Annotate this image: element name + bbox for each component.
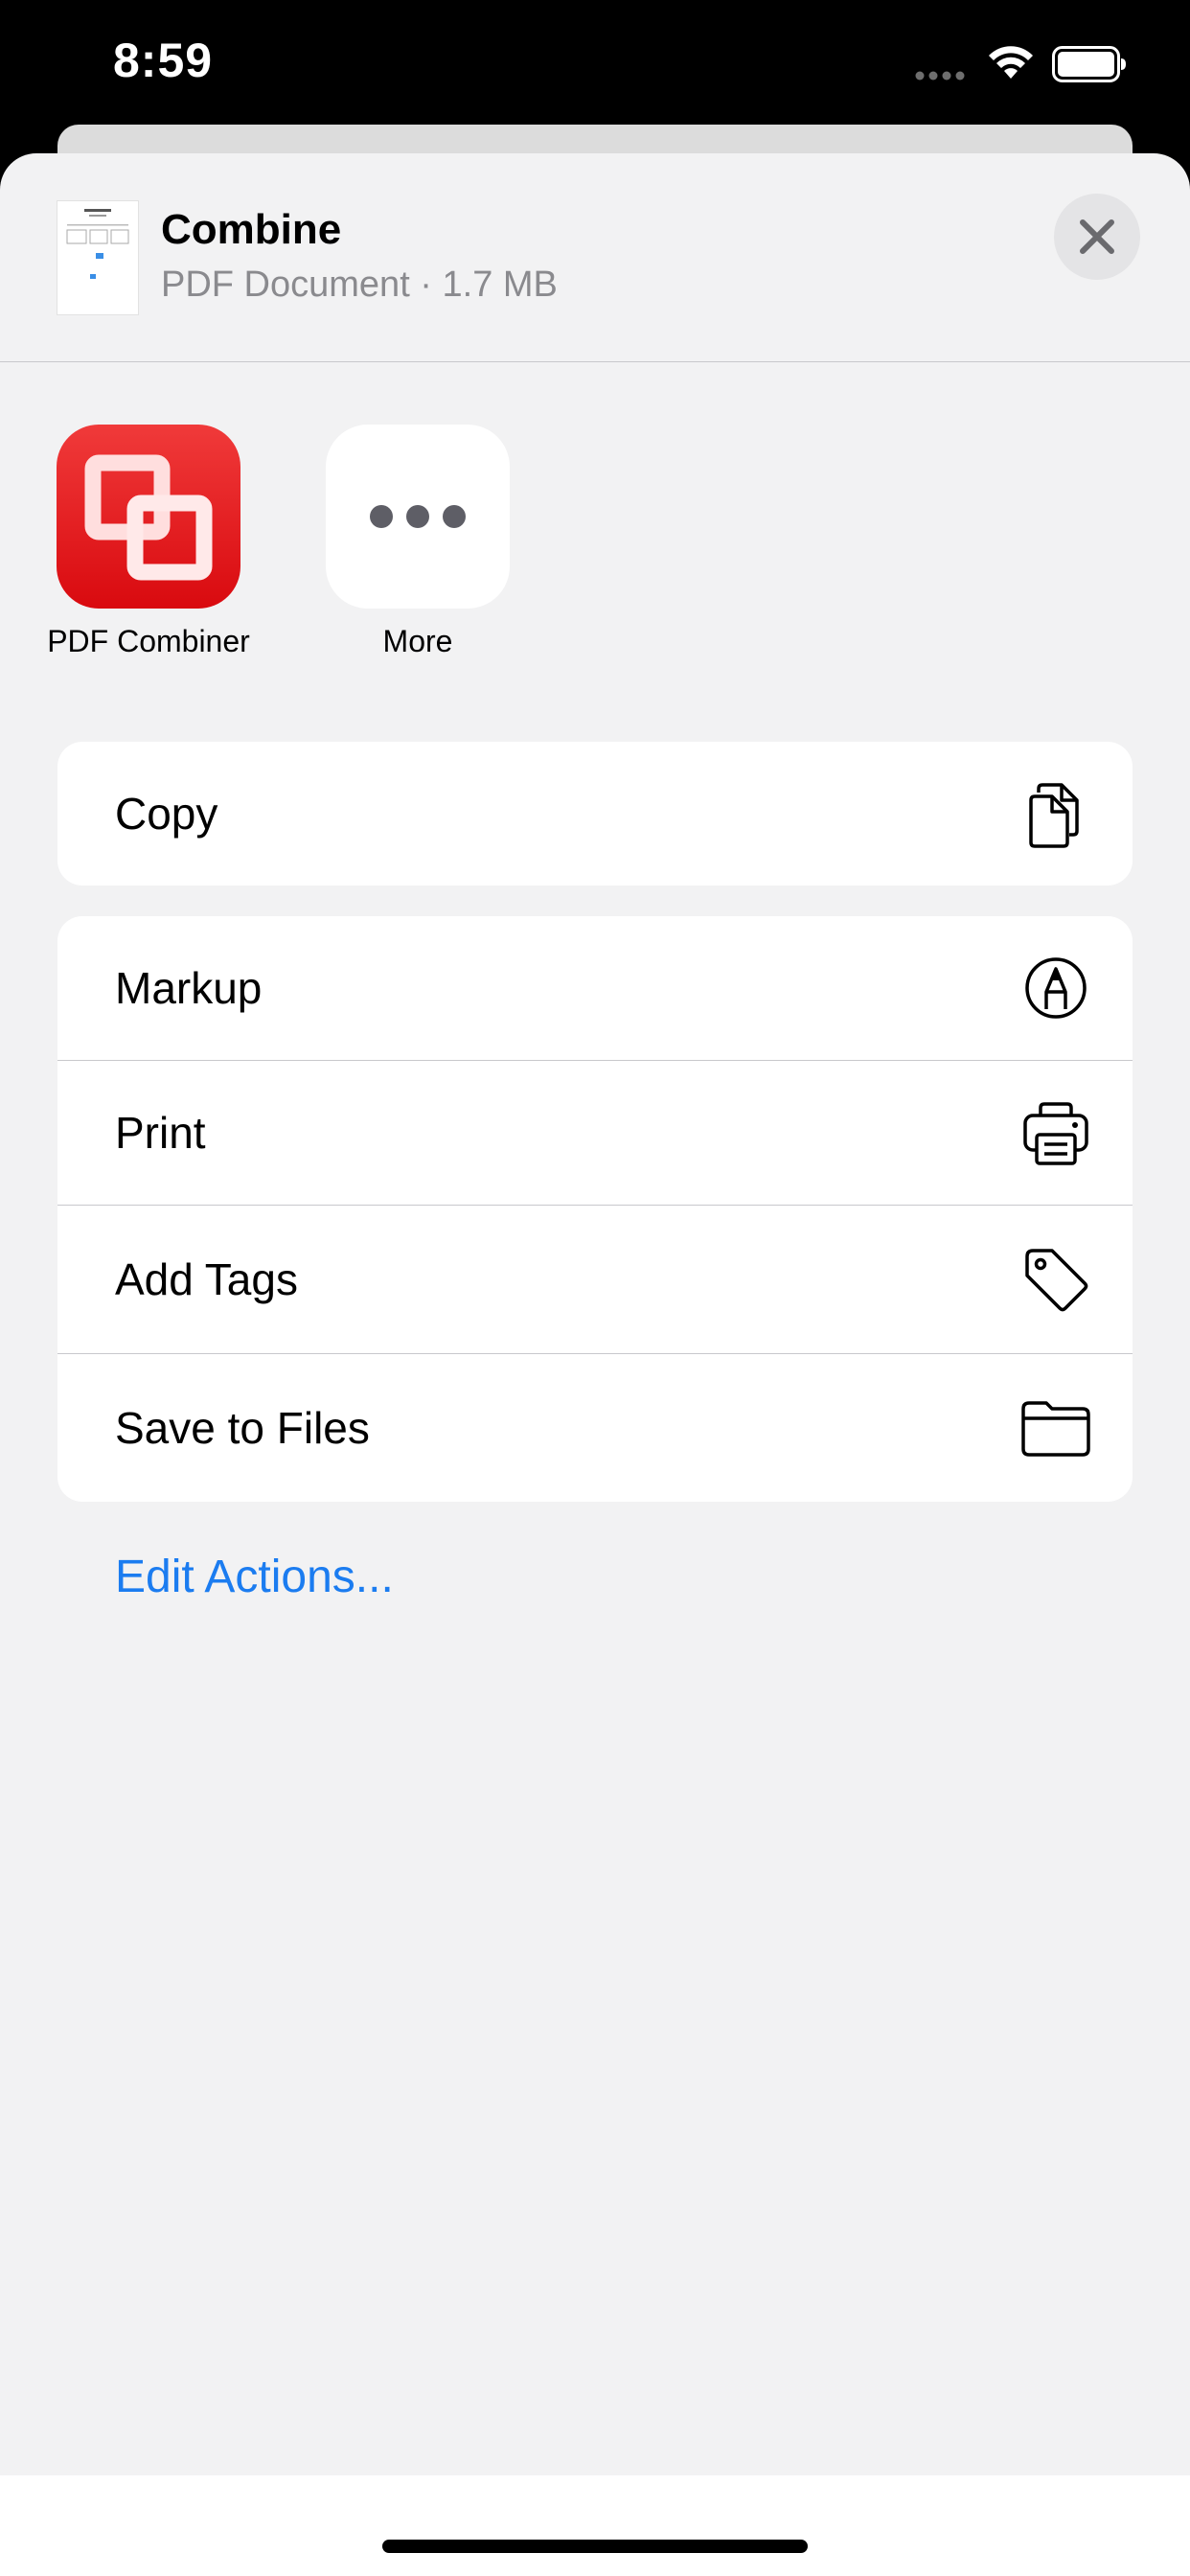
action-copy[interactable]: Copy bbox=[57, 742, 1133, 886]
action-label: Markup bbox=[115, 963, 263, 1013]
pdf-combiner-app-icon bbox=[57, 425, 240, 609]
close-button[interactable] bbox=[1054, 194, 1140, 280]
app-pdf-combiner[interactable]: PDF Combiner bbox=[34, 425, 263, 659]
document-thumbnail bbox=[57, 201, 138, 314]
printer-icon bbox=[1023, 1102, 1088, 1165]
action-label: Add Tags bbox=[115, 1254, 298, 1304]
markup-icon bbox=[1025, 957, 1087, 1019]
document-title: Combine bbox=[161, 206, 342, 253]
share-sheet: Combine PDF Document · 1.7 MB PDF Combin… bbox=[0, 153, 1190, 2576]
home-indicator-area bbox=[0, 2475, 1190, 2576]
copy-icon bbox=[1029, 783, 1079, 848]
app-more[interactable]: More bbox=[303, 425, 533, 659]
action-label: Copy bbox=[115, 789, 218, 839]
app-label: PDF Combiner bbox=[47, 624, 250, 658]
more-icon bbox=[326, 425, 510, 609]
edit-actions-link[interactable]: Edit Actions... bbox=[115, 1551, 394, 1603]
copy-action-group: Copy bbox=[57, 742, 1133, 886]
folder-icon bbox=[1021, 1401, 1090, 1457]
status-bar: 8:59 bbox=[0, 0, 1190, 125]
home-indicator[interactable] bbox=[382, 2540, 808, 2553]
action-markup[interactable]: Markup bbox=[57, 916, 1133, 1060]
action-label: Save to Files bbox=[115, 1403, 370, 1453]
ellipsis-icon bbox=[370, 505, 466, 528]
wifi-icon bbox=[989, 46, 1033, 79]
app-label: More bbox=[382, 624, 453, 658]
action-print[interactable]: Print bbox=[57, 1060, 1133, 1205]
document-preview-icon bbox=[66, 209, 129, 279]
cellular-signal-icon bbox=[915, 71, 965, 80]
actions-group: Markup Print Add Tags Save to Files bbox=[57, 916, 1133, 1502]
action-save-to-files[interactable]: Save to Files bbox=[57, 1353, 1133, 1502]
battery-icon bbox=[1052, 46, 1126, 82]
action-label: Print bbox=[115, 1108, 206, 1158]
share-sheet-header: Combine PDF Document · 1.7 MB bbox=[0, 153, 1190, 362]
close-icon bbox=[1080, 219, 1114, 254]
status-time: 8:59 bbox=[113, 34, 214, 87]
tag-icon bbox=[1025, 1249, 1088, 1312]
document-subtitle: PDF Document · 1.7 MB bbox=[161, 264, 558, 305]
action-add-tags[interactable]: Add Tags bbox=[57, 1205, 1133, 1353]
